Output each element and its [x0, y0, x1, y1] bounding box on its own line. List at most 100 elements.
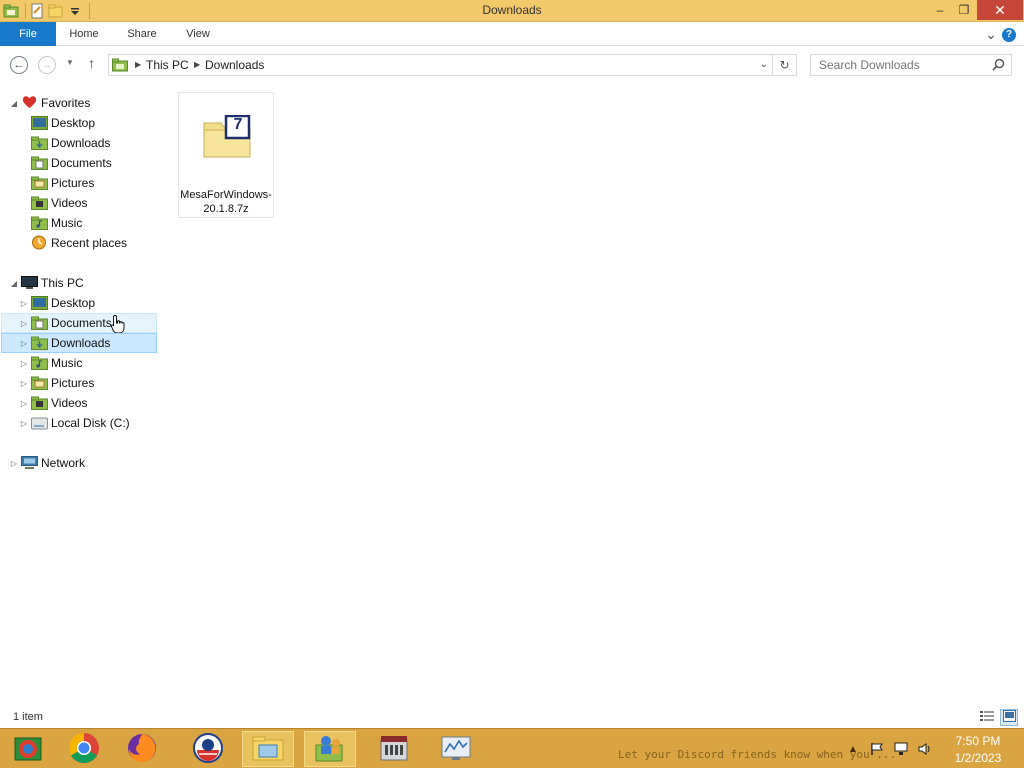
- taskbar-users-app[interactable]: [304, 731, 356, 767]
- performance-monitor-icon: [440, 734, 472, 765]
- address-dropdown-icon[interactable]: ⌄: [760, 59, 768, 70]
- videos-folder-icon: [31, 196, 48, 210]
- tab-file[interactable]: File: [0, 22, 56, 46]
- taskbar-file-explorer[interactable]: [2, 731, 54, 767]
- location-icon: [112, 58, 128, 75]
- nav-pc-downloads[interactable]: ▷ Downloads: [1, 333, 157, 353]
- volume-icon[interactable]: [918, 742, 932, 756]
- nav-fav-documents[interactable]: Documents: [1, 153, 157, 173]
- downloads-folder-icon: [31, 136, 48, 150]
- taskbar-firefox[interactable]: [116, 731, 168, 767]
- nav-fav-music[interactable]: Music: [1, 213, 157, 233]
- collapsed-arrow-icon[interactable]: ▷: [19, 379, 29, 388]
- nav-pc-documents-label: Documents: [51, 316, 112, 330]
- expanded-arrow-icon[interactable]: ◢: [9, 99, 19, 108]
- nav-fav-videos[interactable]: Videos: [1, 193, 157, 213]
- nav-fav-pictures-label: Pictures: [51, 176, 95, 190]
- system-clock[interactable]: 7:50 PM 1/2/2023: [946, 733, 1010, 767]
- refresh-icon: ↻: [779, 58, 790, 72]
- downloads-folder-icon: [31, 336, 48, 350]
- back-button[interactable]: ←: [10, 56, 28, 74]
- collapsed-arrow-icon[interactable]: ▷: [19, 299, 29, 308]
- nav-this-pc[interactable]: ◢ This PC: [1, 273, 157, 293]
- videos-folder-icon: [31, 396, 48, 410]
- nav-pc-local-disk[interactable]: ▷ Local Disk (C:): [1, 413, 157, 433]
- collapsed-arrow-icon[interactable]: ▷: [9, 459, 19, 468]
- nav-fav-recent-places[interactable]: Recent places: [1, 233, 157, 253]
- show-hidden-icons-button[interactable]: ▲: [846, 742, 860, 756]
- file-explorer-icon: [252, 734, 284, 765]
- nav-pc-videos[interactable]: ▷ Videos: [1, 393, 157, 413]
- file-list[interactable]: 7 MesaForWindows-20.1.8.7z: [160, 83, 1024, 708]
- large-icons-view-button[interactable]: [1000, 709, 1018, 726]
- nav-fav-desktop[interactable]: Desktop: [1, 113, 157, 133]
- heart-icon: [21, 95, 38, 109]
- users-icon: [314, 733, 346, 766]
- tab-home[interactable]: Home: [62, 22, 106, 46]
- chevron-up-icon: ▲: [848, 743, 858, 755]
- computer-icon: [21, 276, 38, 290]
- nav-fav-pictures[interactable]: Pictures: [1, 173, 157, 193]
- clock-time: 7:50 PM: [955, 734, 1001, 748]
- nav-favorites[interactable]: ◢ Favorites: [1, 93, 157, 113]
- maximize-button[interactable]: ❐: [950, 0, 978, 20]
- collapsed-arrow-icon[interactable]: ▷: [19, 319, 29, 328]
- music-folder-icon: [31, 356, 48, 370]
- nav-pc-pictures-label: Pictures: [51, 376, 95, 390]
- taskbar-device-app[interactable]: [368, 731, 420, 767]
- breadcrumb-downloads[interactable]: Downloads: [205, 58, 264, 72]
- up-button[interactable]: ↑: [88, 55, 95, 71]
- navigation-pane: ◢ Favorites Desktop Downloads Documents …: [0, 83, 160, 708]
- breadcrumb-this-pc[interactable]: This PC: [146, 58, 189, 72]
- nav-pc-pictures[interactable]: ▷ Pictures: [1, 373, 157, 393]
- address-bar[interactable]: ▶ This PC ▶ Downloads ⌄: [108, 54, 773, 76]
- window-title: Downloads: [482, 3, 542, 17]
- file-item[interactable]: 7 MesaForWindows-20.1.8.7z: [178, 92, 274, 218]
- recent-places-icon: [31, 235, 48, 250]
- search-box[interactable]: [810, 54, 1012, 76]
- expand-ribbon-button[interactable]: ⌄: [984, 22, 998, 46]
- help-icon: ?: [1002, 28, 1016, 42]
- details-view-button[interactable]: [978, 709, 996, 726]
- nav-network[interactable]: ▷ Network: [1, 453, 157, 473]
- address-row: ← → ▼ ↑ ▶ This PC ▶ Downloads ⌄ ↻: [0, 47, 1024, 83]
- collapsed-arrow-icon[interactable]: ▷: [19, 339, 29, 348]
- taskbar-file-explorer-active[interactable]: [242, 731, 294, 767]
- arrow-left-icon: ←: [13, 59, 25, 71]
- nav-favorites-label: Favorites: [41, 96, 91, 110]
- archive-badge-text: 7: [233, 116, 243, 133]
- action-center-icon[interactable]: [870, 742, 884, 756]
- taskbar-app[interactable]: [182, 731, 234, 767]
- nav-fav-downloads[interactable]: Downloads: [1, 133, 157, 153]
- nav-fav-music-label: Music: [51, 216, 83, 230]
- help-button[interactable]: ?: [1000, 22, 1018, 46]
- desktop-folder-icon: [31, 116, 48, 130]
- recent-locations-button[interactable]: ▼: [66, 58, 74, 67]
- forward-button[interactable]: →: [38, 56, 56, 74]
- collapsed-arrow-icon[interactable]: ▷: [19, 419, 29, 428]
- taskbar-monitor-app[interactable]: [430, 731, 482, 767]
- refresh-button[interactable]: ↻: [773, 54, 797, 76]
- breadcrumb-separator-icon[interactable]: ▶: [135, 60, 141, 69]
- nav-fav-documents-label: Documents: [51, 156, 112, 170]
- nav-pc-desktop[interactable]: ▷ Desktop: [1, 293, 157, 313]
- expanded-arrow-icon[interactable]: ◢: [9, 279, 19, 288]
- nav-fav-desktop-label: Desktop: [51, 116, 96, 130]
- breadcrumb-separator-icon[interactable]: ▶: [194, 60, 200, 69]
- nav-pc-music[interactable]: ▷ Music: [1, 353, 157, 373]
- taskbar: Let your Discord friends know when you .…: [0, 728, 1024, 768]
- close-button[interactable]: ✕: [977, 0, 1023, 20]
- nav-pc-documents[interactable]: ▷ Documents: [1, 313, 157, 334]
- collapsed-arrow-icon[interactable]: ▷: [19, 359, 29, 368]
- taskbar-chrome[interactable]: [58, 731, 110, 767]
- nav-pc-videos-label: Videos: [51, 396, 88, 410]
- search-input[interactable]: [819, 55, 989, 75]
- 7z-archive-icon: 7: [203, 114, 251, 159]
- title-bar: Downloads – ❐ ✕: [0, 0, 1024, 22]
- tab-view[interactable]: View: [178, 22, 218, 46]
- documents-folder-icon: [31, 156, 48, 170]
- tab-share[interactable]: Share: [120, 22, 164, 46]
- collapsed-arrow-icon[interactable]: ▷: [19, 399, 29, 408]
- drive-icon: [31, 416, 48, 430]
- network-status-icon[interactable]: [894, 742, 908, 756]
